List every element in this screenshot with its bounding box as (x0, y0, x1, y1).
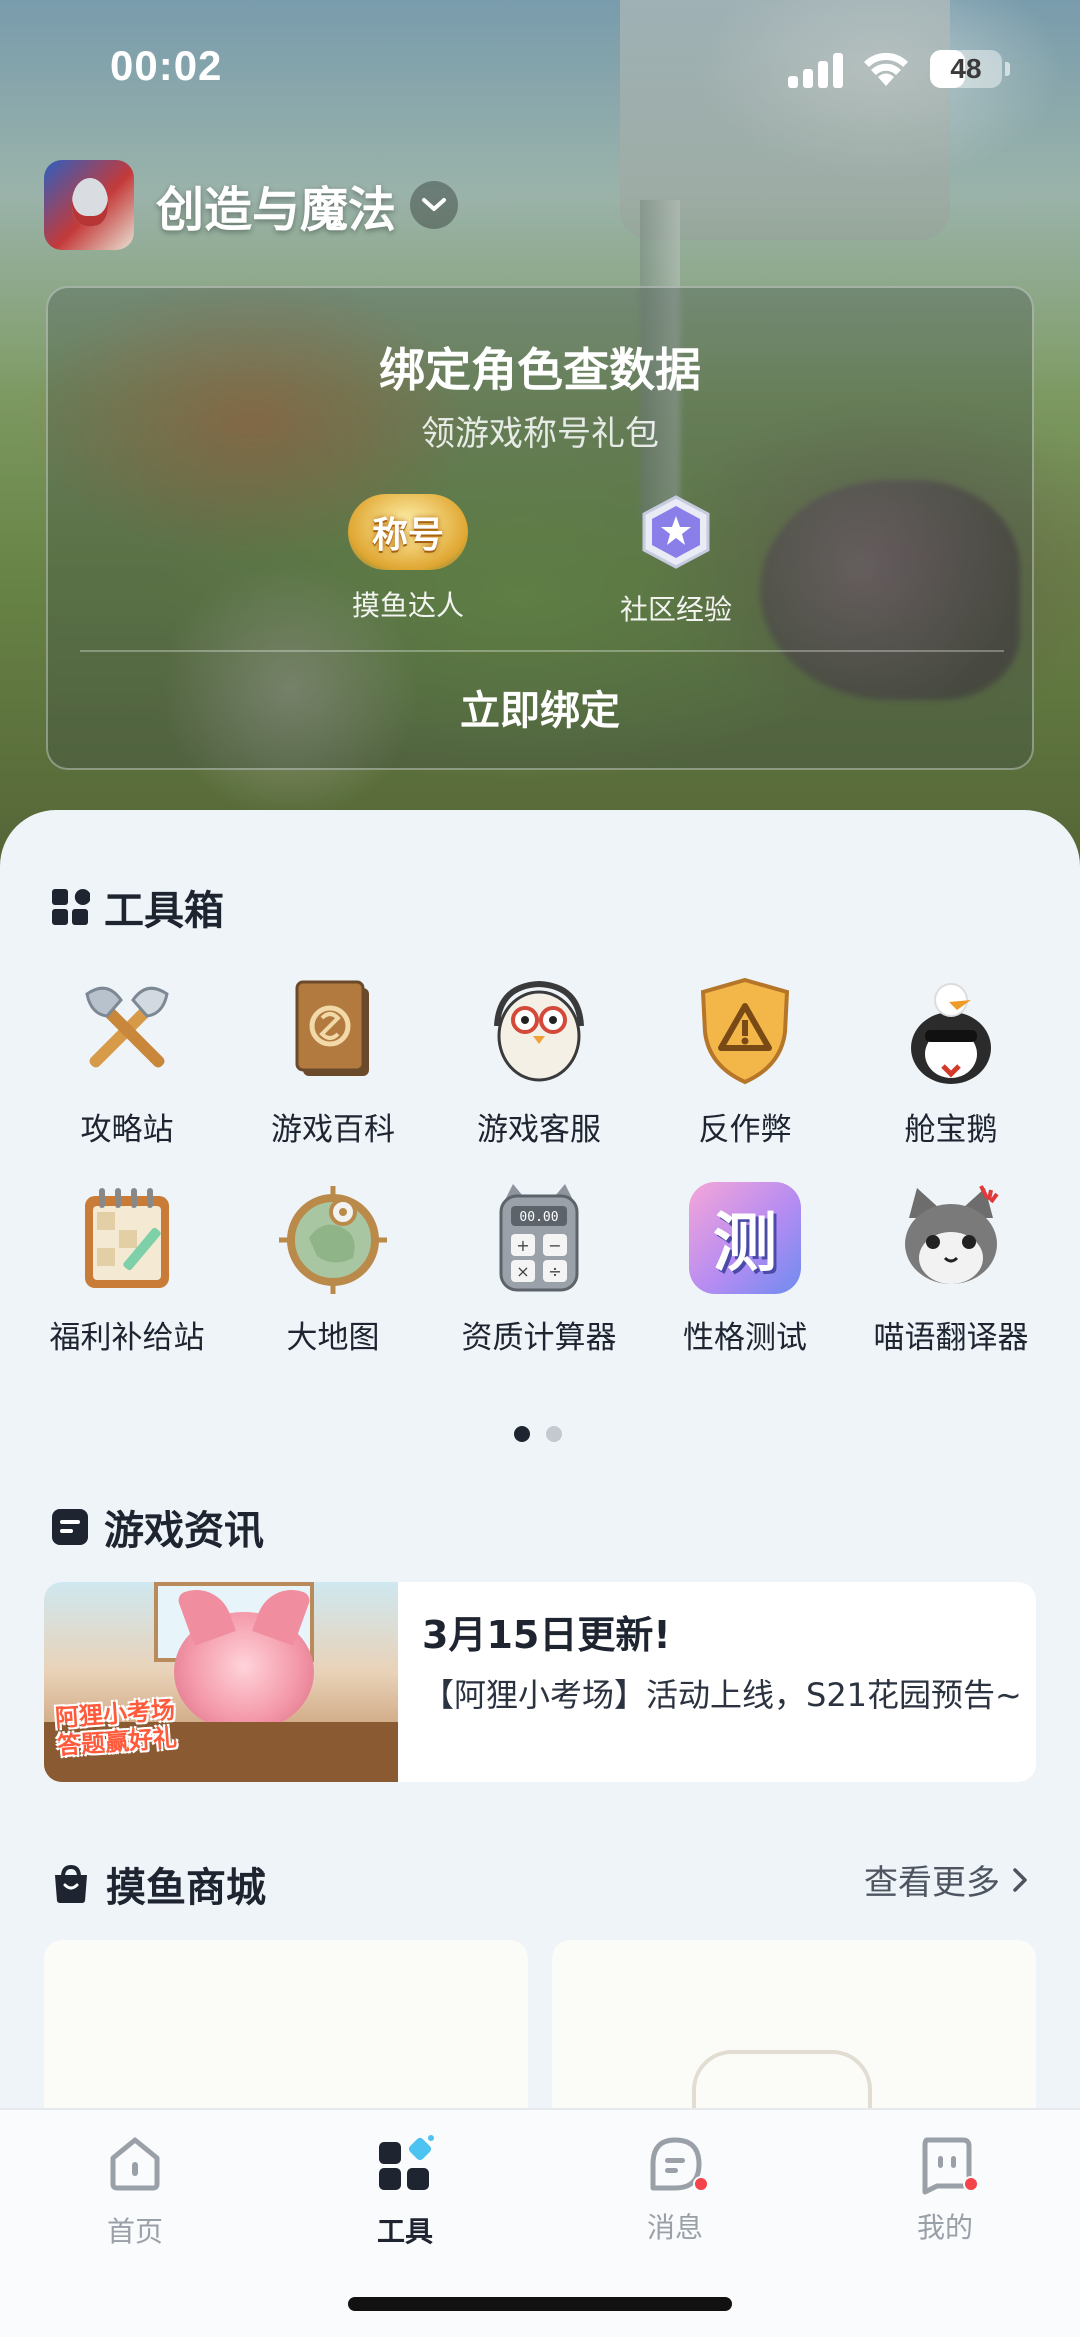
test-icon: 测 (685, 1178, 805, 1298)
reward-label: 摸鱼达人 (351, 589, 464, 622)
cellular-signal-icon (788, 52, 844, 88)
tool-anticheat[interactable]: 反作弊 (642, 970, 848, 1170)
tab-home[interactable]: 首页 (45, 2132, 225, 2250)
page-dot[interactable] (546, 1426, 562, 1442)
tool-label: 游戏客服 (477, 1112, 601, 1148)
svg-text:÷: ÷ (548, 1262, 561, 1281)
section-title: 工具箱 (104, 888, 224, 934)
shopping-bag-icon (55, 1864, 87, 1903)
reward-community-exp: 社区经验 (576, 494, 776, 628)
news-thumbnail: 阿狸小考场 答题赢好礼 (44, 1582, 398, 1782)
svg-text:+: + (516, 1236, 529, 1255)
cat-icon (891, 1178, 1011, 1298)
crossed-axes-icon (67, 970, 187, 1090)
news-headline: 3月15日更新! (422, 1613, 671, 1657)
toolbox-header: 工具箱 (50, 878, 224, 936)
bind-now-button[interactable]: 立即绑定 (48, 652, 1032, 770)
tool-wiki[interactable]: 游戏百科 (230, 970, 436, 1170)
bind-card-subtitle: 领游戏称号礼包 (421, 414, 659, 454)
map-icon (273, 1178, 393, 1298)
page-dot-active[interactable] (514, 1426, 530, 1442)
battery-icon: 48 (930, 50, 1002, 88)
tool-label: 大地图 (286, 1320, 380, 1356)
tab-tools[interactable]: 工具 (315, 2132, 495, 2250)
tab-label: 工具 (376, 2215, 433, 2248)
tool-label: 舱宝鹅 (904, 1112, 998, 1148)
bind-role-card: 绑定角色查数据 领游戏称号礼包 称号 摸鱼达人 社区经验 立即绑定 (46, 286, 1034, 770)
tools-icon (379, 2135, 434, 2190)
goose-mascot-icon (891, 970, 1011, 1090)
game-name: 创造与魔法 (156, 182, 397, 238)
grid-icon (52, 889, 90, 925)
news-description: 【阿狸小考场】活动上线，S21花园预告~ (422, 1676, 1022, 1714)
test-icon-glyph: 测 (689, 1182, 801, 1294)
home-indicator[interactable] (348, 2297, 732, 2311)
title-badge-icon: 称号 (348, 494, 468, 570)
tool-map[interactable]: 大地图 (230, 1178, 436, 1378)
notification-badge (963, 2176, 979, 2192)
svg-text:×: × (516, 1262, 529, 1281)
penguin-headset-icon (479, 970, 599, 1090)
svg-text:−: − (548, 1236, 561, 1255)
tab-label: 消息 (646, 2211, 703, 2244)
battery-level: 48 (950, 53, 982, 84)
game-selector[interactable]: 创造与魔法 (44, 160, 459, 250)
tool-label: 游戏百科 (271, 1112, 395, 1148)
tab-label: 我的 (916, 2211, 973, 2244)
news-card[interactable]: 阿狸小考场 答题赢好礼 3月15日更新! 【阿狸小考场】活动上线，S21花园预告… (44, 1582, 1036, 1782)
bind-card-title: 绑定角色查数据 (379, 343, 701, 397)
fox-mascot-icon (174, 1612, 314, 1732)
calculator-display: 00.00 (519, 1210, 558, 1225)
tool-cat-translator[interactable]: 喵语翻译器 (848, 1178, 1054, 1378)
reward-title-badge: 称号 摸鱼达人 (308, 494, 508, 624)
community-exp-icon (642, 495, 710, 569)
tool-welfare[interactable]: 福利补给站 (24, 1178, 230, 1378)
tool-goose[interactable]: 舱宝鹅 (848, 970, 1054, 1170)
notepad-icon (67, 1178, 187, 1298)
chevron-down-icon[interactable] (410, 181, 459, 229)
status-time: 00:02 (110, 42, 223, 89)
news-thumb-caption: 阿狸小考场 答题赢好礼 (54, 1696, 178, 1760)
section-title: 游戏资讯 (104, 1508, 264, 1554)
message-icon (643, 2132, 709, 2196)
tool-label: 反作弊 (698, 1112, 792, 1148)
tool-calculator[interactable]: 00.00 + − × ÷ 资质计算器 (436, 1178, 642, 1378)
tool-label: 攻略站 (80, 1112, 174, 1148)
chevron-right-icon (1013, 1867, 1027, 1892)
wifi-icon (864, 52, 908, 86)
tool-guide[interactable]: 攻略站 (24, 970, 230, 1170)
tool-label: 福利补给站 (49, 1320, 205, 1356)
view-more-label: 查看更多 (864, 1863, 1000, 1903)
reward-label: 社区经验 (619, 593, 732, 626)
profile-icon (913, 2132, 979, 2196)
home-icon (110, 2137, 160, 2191)
section-title: 摸鱼商城 (106, 1865, 266, 1911)
status-bar: 00:02 48 (0, 0, 1080, 140)
book-icon (273, 970, 393, 1090)
tab-messages[interactable]: 消息 (585, 2132, 765, 2246)
news-header: 游戏资讯 (50, 1498, 264, 1556)
tab-label: 首页 (106, 2215, 163, 2248)
tool-label: 资质计算器 (461, 1320, 617, 1356)
tool-label: 喵语翻译器 (873, 1320, 1029, 1356)
shield-warning-icon (685, 970, 805, 1090)
tool-personality-test[interactable]: 测 性格测试 (642, 1178, 848, 1378)
news-icon (52, 1509, 88, 1545)
shop-header: 摸鱼商城 (50, 1855, 266, 1913)
game-avatar-icon (44, 160, 134, 250)
tool-support[interactable]: 游戏客服 (436, 970, 642, 1170)
tool-pagination[interactable] (514, 1426, 562, 1442)
tab-profile[interactable]: 我的 (855, 2132, 1035, 2246)
calculator-icon: 00.00 + − × ÷ (479, 1178, 599, 1298)
tool-label: 性格测试 (683, 1320, 807, 1356)
notification-badge (693, 2176, 709, 2192)
shop-view-more-link[interactable]: 查看更多 (864, 1855, 1032, 1904)
